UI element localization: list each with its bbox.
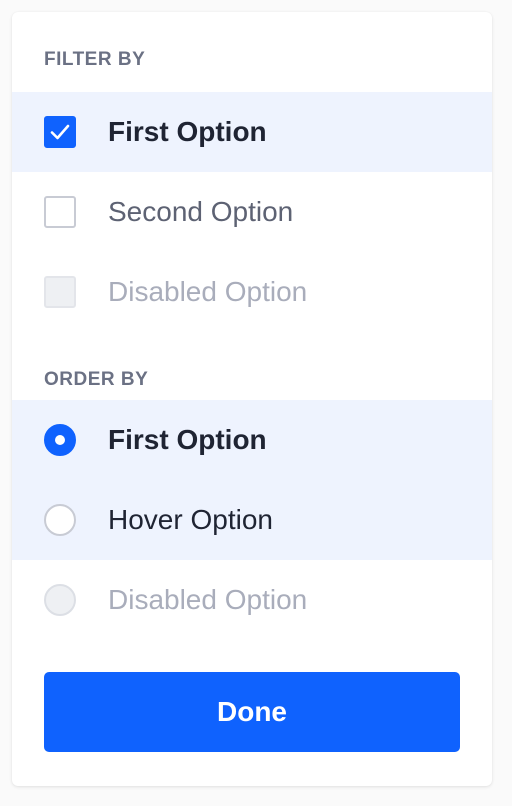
checkbox-disabled xyxy=(44,276,76,308)
order-option-label: First Option xyxy=(108,424,267,455)
checkmark-icon xyxy=(50,124,70,140)
checkbox-checked[interactable] xyxy=(44,116,76,148)
order-by-heading: ORDER BY xyxy=(44,369,149,390)
order-option-disabled: Disabled Option xyxy=(12,560,492,640)
filter-option-label: Second Option xyxy=(108,196,294,227)
order-option-first[interactable]: First Option xyxy=(12,400,492,480)
radio-disabled xyxy=(44,584,76,616)
filter-option-label: Disabled Option xyxy=(108,276,308,307)
filter-option-label: First Option xyxy=(108,116,267,147)
filter-by-heading: FILTER BY xyxy=(44,49,146,70)
checkbox-unchecked[interactable] xyxy=(44,196,76,228)
filter-option-first[interactable]: First Option xyxy=(12,92,492,172)
done-button[interactable]: Done xyxy=(44,672,460,752)
order-option-hover[interactable]: Hover Option xyxy=(12,480,492,560)
order-option-label: Disabled Option xyxy=(108,584,308,615)
filter-option-second[interactable]: Second Option xyxy=(12,172,492,252)
order-option-label: Hover Option xyxy=(108,504,273,535)
filter-option-disabled: Disabled Option xyxy=(12,252,492,332)
radio-unselected[interactable] xyxy=(44,504,76,536)
filter-panel: FILTER BY First Option Second Option Dis… xyxy=(12,12,492,786)
radio-selected[interactable] xyxy=(44,424,76,456)
